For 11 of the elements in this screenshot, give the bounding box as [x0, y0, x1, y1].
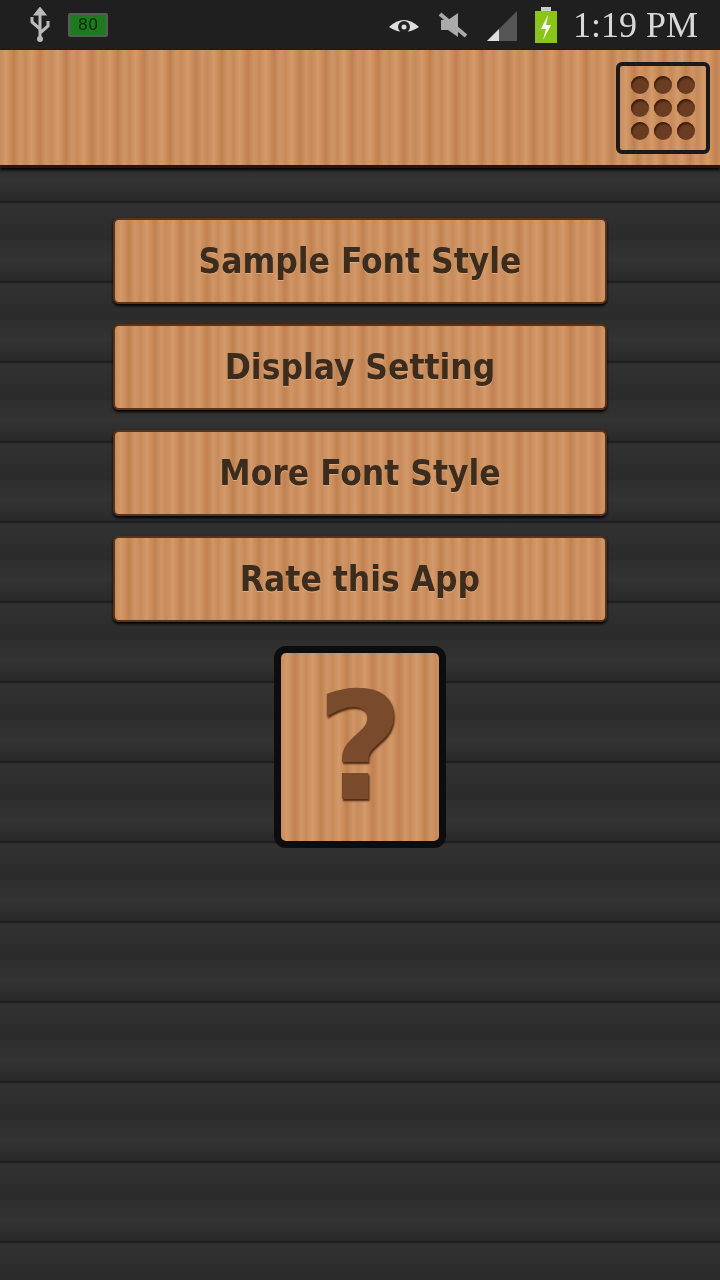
menu-button[interactable]: Rate this App: [113, 536, 607, 622]
usb-icon: [28, 7, 52, 43]
help-button[interactable]: ?: [274, 646, 446, 848]
mute-icon: [436, 10, 469, 40]
menu-button[interactable]: Display Setting: [113, 324, 607, 410]
grid-menu-button[interactable]: [616, 62, 710, 154]
battery-badge: 80: [68, 13, 108, 37]
menu-button[interactable]: More Font Style: [113, 430, 607, 516]
battery-charging-icon: [534, 7, 557, 43]
menu-button[interactable]: Sample Font Style: [113, 218, 607, 304]
clock-time: 1:19 PM: [572, 4, 698, 47]
